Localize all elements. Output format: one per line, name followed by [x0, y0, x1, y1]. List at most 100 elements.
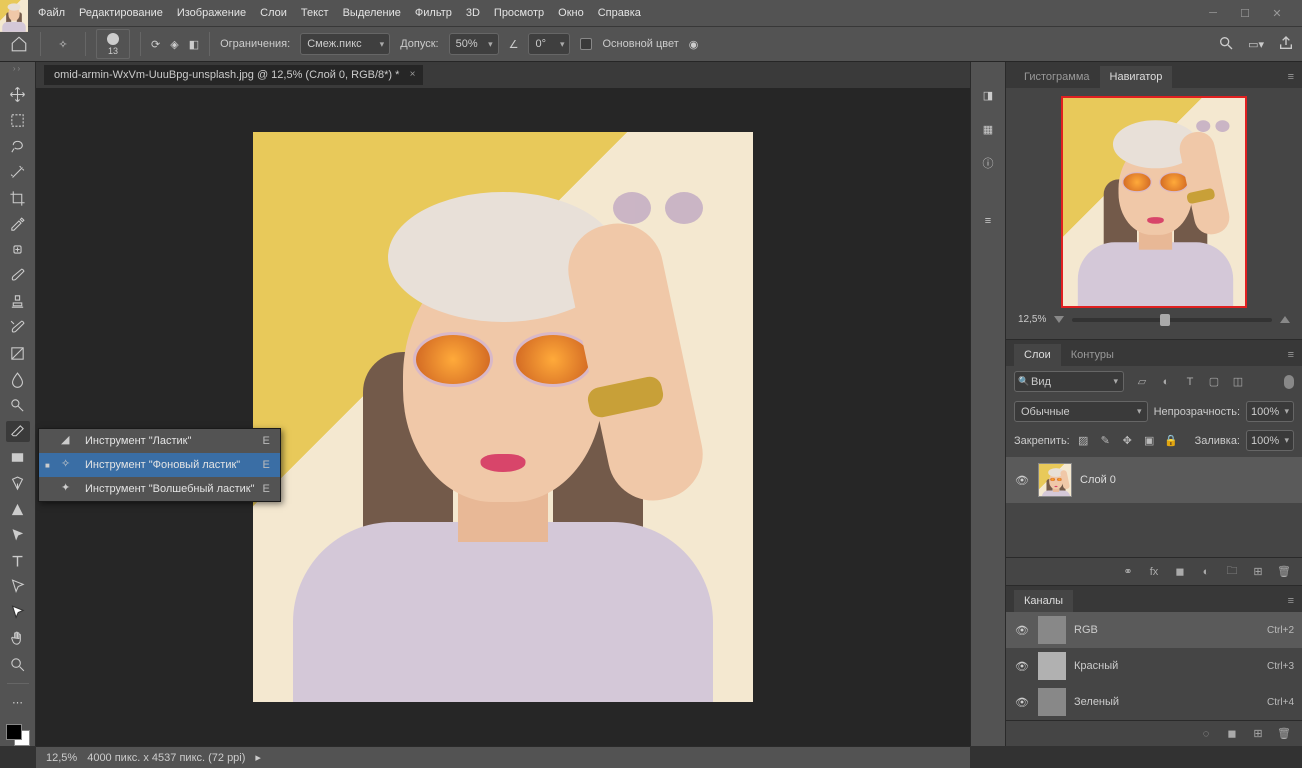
- filter-type-icon[interactable]: T: [1182, 374, 1198, 390]
- eraser-tool[interactable]: [6, 421, 30, 442]
- share-icon[interactable]: [1278, 35, 1294, 54]
- layer-thumbnail[interactable]: [1038, 463, 1072, 497]
- path-select-tool[interactable]: [6, 525, 30, 546]
- navigator-thumbnail[interactable]: [1061, 96, 1247, 308]
- adjustment-layer-icon[interactable]: ◐: [1198, 564, 1214, 580]
- eyedropper-tool[interactable]: [6, 214, 30, 235]
- dock-color-icon[interactable]: ◨: [977, 84, 999, 106]
- current-tool-icon[interactable]: ✧: [51, 32, 75, 56]
- blur-tool[interactable]: [6, 369, 30, 390]
- color-swatches[interactable]: [6, 724, 30, 746]
- menu-select[interactable]: Выделение: [343, 7, 401, 19]
- limits-select[interactable]: Смеж.пикс: [300, 33, 390, 55]
- filter-shape-icon[interactable]: ▢: [1206, 374, 1222, 390]
- rectangle-tool[interactable]: [6, 447, 30, 468]
- angle-input[interactable]: 0°: [528, 33, 570, 55]
- new-layer-icon[interactable]: ⊞: [1250, 564, 1266, 580]
- magic-wand-tool[interactable]: [6, 162, 30, 183]
- zoom-tool[interactable]: [6, 654, 30, 675]
- channels-panel-menu-icon[interactable]: ≡: [1280, 590, 1302, 612]
- channel-visibility-icon[interactable]: 👁: [1014, 658, 1030, 674]
- layer-filter-select[interactable]: Вид: [1014, 371, 1124, 392]
- status-zoom[interactable]: 12,5%: [46, 752, 77, 764]
- channel-visibility-icon[interactable]: 👁: [1014, 694, 1030, 710]
- crop-tool[interactable]: [6, 188, 30, 209]
- canvas[interactable]: [253, 132, 753, 702]
- move-tool[interactable]: [6, 84, 30, 105]
- fill-input[interactable]: 100%: [1246, 430, 1294, 451]
- pen-tool[interactable]: [6, 473, 30, 494]
- dock-adjustments-icon[interactable]: ≡: [977, 210, 999, 232]
- lock-trans-icon[interactable]: ▨: [1076, 433, 1091, 448]
- load-selection-icon[interactable]: ◌: [1198, 726, 1214, 742]
- minimize-icon[interactable]: ─: [1206, 6, 1220, 20]
- delete-layer-icon[interactable]: 🗑: [1276, 564, 1292, 580]
- tab-histogram[interactable]: Гистограмма: [1014, 66, 1100, 88]
- shape-triangle-tool[interactable]: [6, 499, 30, 520]
- tab-navigator[interactable]: Навигатор: [1100, 66, 1173, 88]
- opacity-input[interactable]: 100%: [1246, 401, 1294, 422]
- zoom-out-icon[interactable]: [1054, 316, 1064, 323]
- menu-image[interactable]: Изображение: [177, 7, 246, 19]
- maximize-icon[interactable]: ☐: [1238, 6, 1252, 20]
- tab-paths[interactable]: Контуры: [1061, 344, 1124, 366]
- lock-paint-icon[interactable]: ✎: [1098, 433, 1113, 448]
- menu-help[interactable]: Справка: [598, 7, 641, 19]
- filter-toggle[interactable]: [1284, 375, 1294, 389]
- menu-filter[interactable]: Фильтр: [415, 7, 452, 19]
- dock-info-icon[interactable]: ⓘ: [977, 152, 999, 174]
- delete-channel-icon[interactable]: 🗑: [1276, 726, 1292, 742]
- document-tab[interactable]: omid-armin-WxVm-UuuBpg-unsplash.jpg @ 12…: [44, 65, 423, 85]
- lock-all-icon[interactable]: 🔒: [1164, 433, 1179, 448]
- layers-panel-menu-icon[interactable]: ≡: [1280, 344, 1302, 366]
- layer-name[interactable]: Слой 0: [1080, 474, 1116, 486]
- flyout-eraser[interactable]: ◢ Инструмент "Ластик" E: [39, 429, 280, 453]
- menu-window[interactable]: Окно: [558, 7, 584, 19]
- status-chevron-icon[interactable]: ▸: [255, 751, 261, 764]
- flyout-magic-eraser[interactable]: ✦ Инструмент "Волшебный ластик" E: [39, 477, 280, 501]
- sampling-bg-icon[interactable]: ◧: [189, 38, 199, 51]
- layer-group-icon[interactable]: 🗀: [1224, 564, 1240, 580]
- tab-channels[interactable]: Каналы: [1014, 590, 1073, 612]
- navigator-zoom-slider[interactable]: [1072, 318, 1272, 322]
- brush-preset-picker[interactable]: 13: [96, 29, 130, 59]
- edit-toolbar-icon[interactable]: ⋯: [6, 692, 30, 713]
- channel-row-red[interactable]: 👁 Красный Ctrl+3: [1006, 648, 1302, 684]
- protect-fg-checkbox[interactable]: [580, 38, 592, 50]
- pressure-icon[interactable]: ◉: [689, 38, 699, 51]
- filter-pixel-icon[interactable]: ▱: [1134, 374, 1150, 390]
- filter-smart-icon[interactable]: ◫: [1230, 374, 1246, 390]
- selection-tool[interactable]: [6, 602, 30, 623]
- history-brush-tool[interactable]: [6, 317, 30, 338]
- search-icon[interactable]: [1218, 35, 1234, 54]
- channel-row-green[interactable]: 👁 Зеленый Ctrl+4: [1006, 684, 1302, 720]
- sampling-continuous-icon[interactable]: ⟳: [151, 38, 160, 51]
- layer-fx-icon[interactable]: fx: [1146, 564, 1162, 580]
- sampling-once-icon[interactable]: ◈: [170, 38, 178, 51]
- lock-artboard-icon[interactable]: ▣: [1142, 433, 1157, 448]
- brush-tool[interactable]: [6, 265, 30, 286]
- status-dimensions[interactable]: 4000 пикс. x 4537 пикс. (72 ppi): [87, 752, 245, 764]
- stamp-tool[interactable]: [6, 291, 30, 312]
- flyout-background-eraser[interactable]: ■✧ Инструмент "Фоновый ластик" E: [39, 453, 280, 477]
- lasso-tool[interactable]: [6, 136, 30, 157]
- workspace-icon[interactable]: ▭▾: [1248, 38, 1264, 51]
- channel-visibility-icon[interactable]: 👁: [1014, 622, 1030, 638]
- link-layers-icon[interactable]: ⚭: [1120, 564, 1136, 580]
- layer-row[interactable]: 👁 Слой 0: [1006, 457, 1302, 503]
- zoom-in-icon[interactable]: [1280, 316, 1290, 323]
- close-tab-icon[interactable]: ×: [410, 69, 416, 80]
- canvas-viewport[interactable]: [36, 88, 970, 746]
- menu-3d[interactable]: 3D: [466, 7, 480, 19]
- direct-select-tool[interactable]: [6, 577, 30, 598]
- dodge-tool[interactable]: [6, 395, 30, 416]
- filter-adjust-icon[interactable]: ◐: [1158, 374, 1174, 390]
- lock-pos-icon[interactable]: ✥: [1120, 433, 1135, 448]
- marquee-tool[interactable]: [6, 110, 30, 131]
- channel-row-rgb[interactable]: 👁 RGB Ctrl+2: [1006, 612, 1302, 648]
- tolerance-input[interactable]: 50%: [449, 33, 499, 55]
- hand-tool[interactable]: [6, 628, 30, 649]
- new-channel-icon[interactable]: ⊞: [1250, 726, 1266, 742]
- foreground-color-swatch[interactable]: [6, 724, 22, 740]
- menu-file[interactable]: Файл: [38, 7, 65, 19]
